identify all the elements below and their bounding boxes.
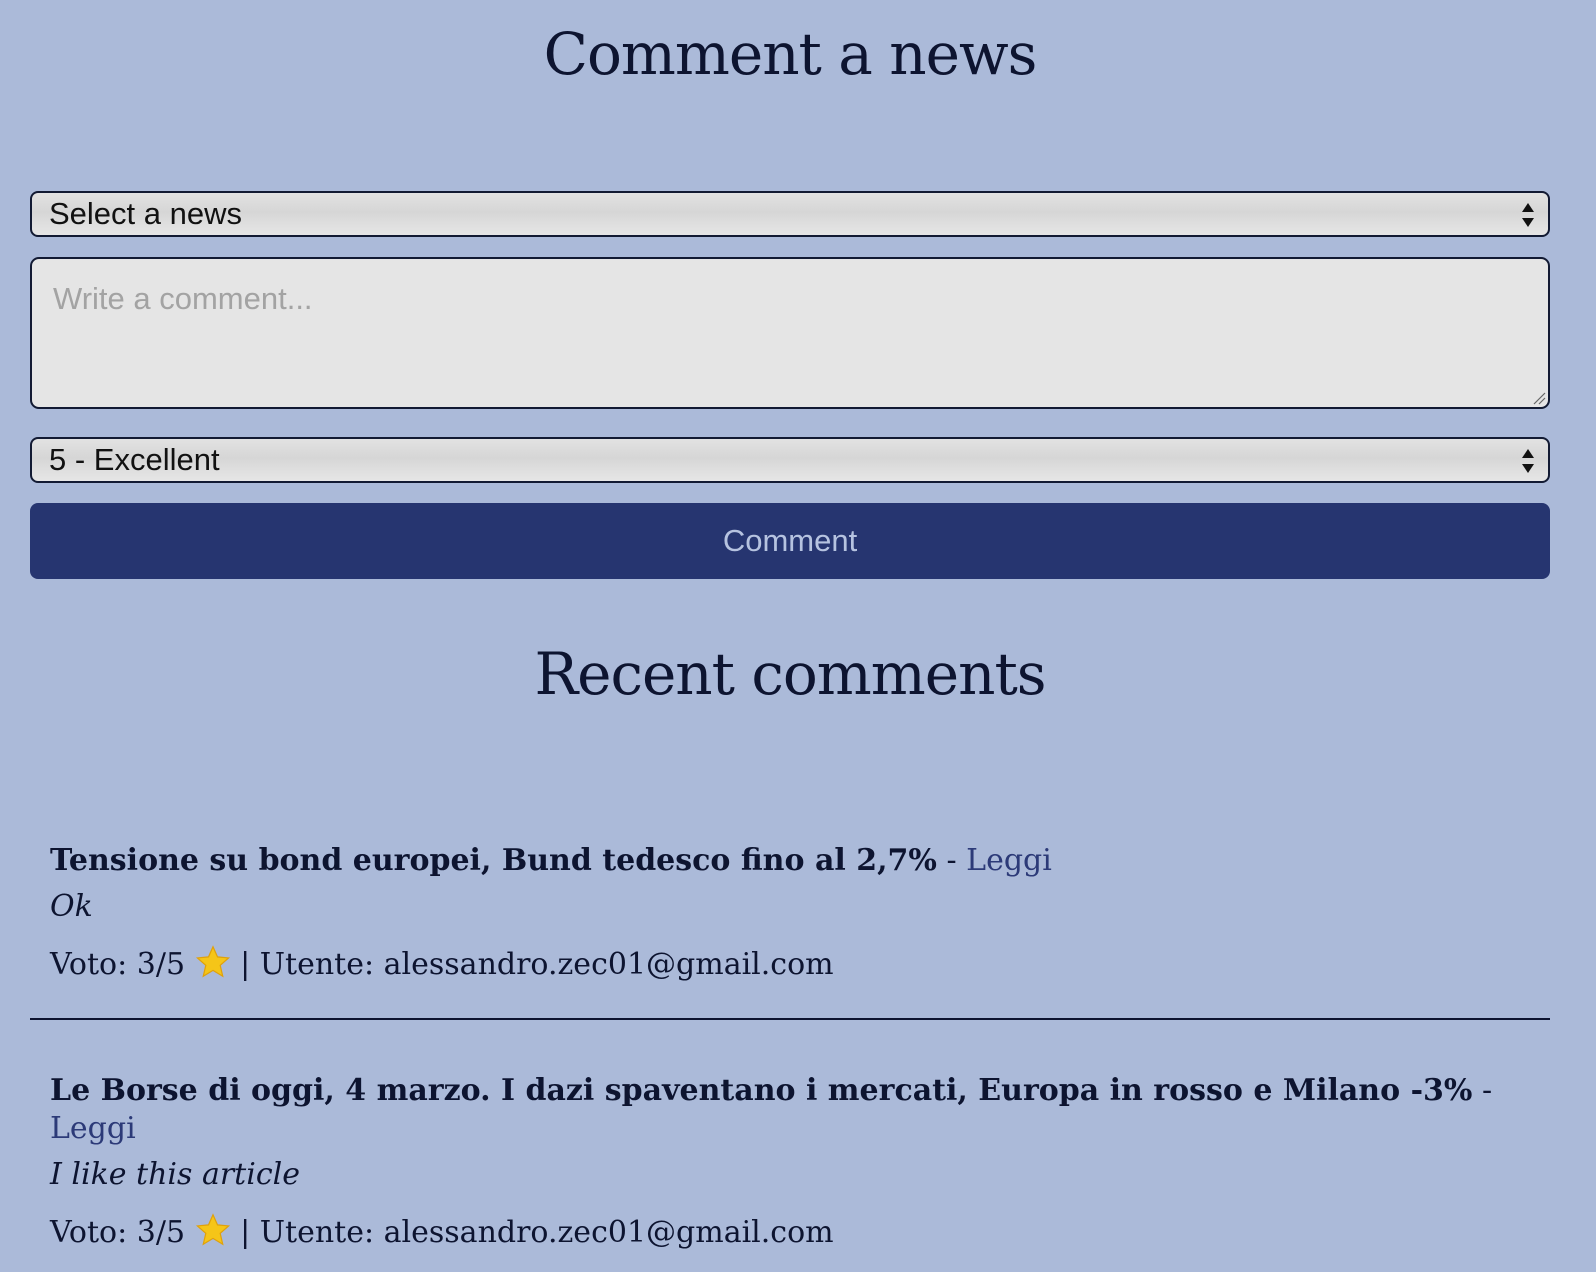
news-title: Le Borse di oggi, 4 marzo. I dazi spaven… bbox=[50, 1073, 1473, 1108]
news-title: Tensione su bond europei, Bund tedesco f… bbox=[50, 843, 937, 878]
comment-news-headline: Le Borse di oggi, 4 marzo. I dazi spaven… bbox=[50, 1072, 1530, 1148]
comment-item: Tensione su bond europei, Bund tedesco f… bbox=[50, 842, 1530, 984]
comment-textarea[interactable]: Write a comment... bbox=[30, 257, 1550, 409]
user-email: alessandro.zec01@gmail.com bbox=[383, 947, 834, 982]
user-email: alessandro.zec01@gmail.com bbox=[383, 1215, 834, 1250]
user-label: | Utente: bbox=[240, 947, 375, 982]
rating-select[interactable]: 5 - Excellent bbox=[30, 437, 1550, 483]
comment-item: Le Borse di oggi, 4 marzo. I dazi spaven… bbox=[50, 1072, 1530, 1252]
resize-grip-icon[interactable] bbox=[1532, 391, 1546, 405]
vote-value: 3/5 bbox=[136, 1215, 186, 1250]
rating-select-value: 5 - Excellent bbox=[49, 442, 220, 477]
news-select-value: Select a news bbox=[49, 196, 242, 231]
headline-separator: - bbox=[1472, 1073, 1493, 1108]
headline-separator: - bbox=[936, 843, 967, 878]
star-icon bbox=[195, 945, 230, 978]
vote-value: 3/5 bbox=[136, 947, 186, 982]
page-title: Comment a news bbox=[543, 20, 1038, 88]
recent-comments-title: Recent comments bbox=[534, 640, 1046, 708]
select-arrows-icon bbox=[1522, 203, 1534, 227]
comment-meta: Voto: 3/5 | Utente: alessandro.zec01@gma… bbox=[50, 1212, 1530, 1252]
comment-news-headline: Tensione su bond europei, Bund tedesco f… bbox=[50, 842, 1530, 880]
read-link[interactable]: Leggi bbox=[50, 1111, 136, 1146]
comment-text: Ok bbox=[50, 889, 93, 924]
news-select[interactable]: Select a news bbox=[30, 191, 1550, 237]
comment-divider bbox=[30, 1018, 1550, 1020]
user-label: | Utente: bbox=[240, 1215, 375, 1250]
read-link[interactable]: Leggi bbox=[966, 843, 1052, 878]
vote-label: Voto: bbox=[50, 1215, 128, 1250]
star-icon bbox=[195, 1213, 230, 1246]
comment-text: I like this article bbox=[50, 1157, 300, 1192]
select-arrows-icon bbox=[1522, 449, 1534, 473]
comment-button[interactable]: Comment bbox=[30, 503, 1550, 579]
comment-meta: Voto: 3/5 | Utente: alessandro.zec01@gma… bbox=[50, 944, 1530, 984]
vote-label: Voto: bbox=[50, 947, 128, 982]
comment-placeholder: Write a comment... bbox=[53, 281, 313, 316]
